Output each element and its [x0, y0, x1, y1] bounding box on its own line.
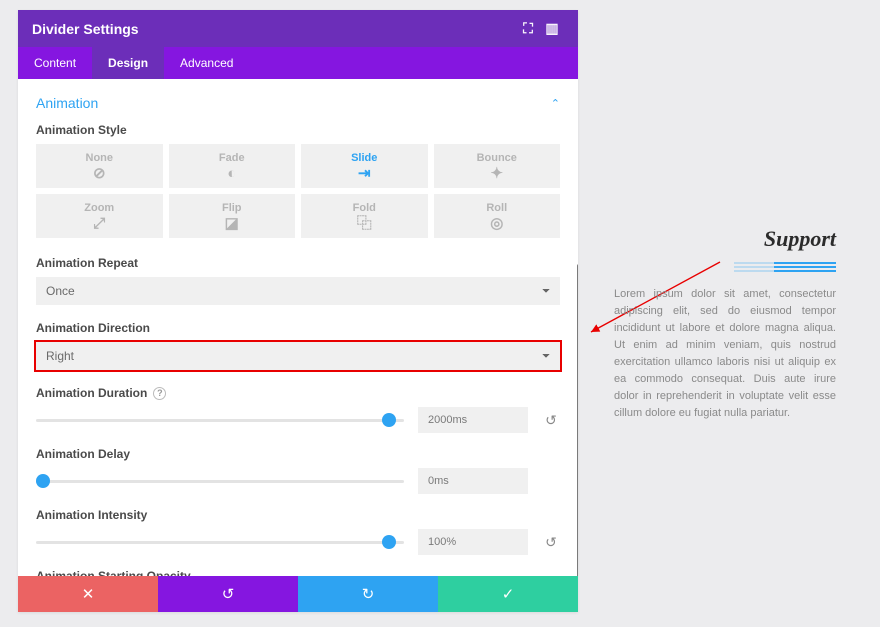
slider-thumb[interactable]: [382, 413, 396, 427]
close-button[interactable]: ✕: [18, 576, 158, 612]
style-slide[interactable]: Slide⇥: [301, 144, 428, 188]
animation-delay-label: Animation Delay: [36, 447, 560, 461]
tab-content[interactable]: Content: [18, 47, 92, 79]
intensity-row: ↺: [36, 529, 560, 555]
animation-opacity-label: Animation Starting Opacity: [36, 569, 560, 576]
style-fade[interactable]: Fade◐: [169, 144, 296, 188]
tab-design[interactable]: Design: [92, 47, 164, 79]
style-grid: None⊘ Fade◐ Slide⇥ Bounce✦ Zoom⤢ Flip◪ F…: [36, 144, 560, 238]
undo-button[interactable]: ↺: [158, 576, 298, 612]
zoom-icon: ⤢: [36, 216, 163, 232]
style-fold[interactable]: Fold⿻: [301, 194, 428, 238]
settings-panel: Divider Settings ⛶ ▥ Content Design Adva…: [18, 10, 578, 612]
duration-value[interactable]: [418, 407, 528, 433]
style-roll[interactable]: Roll◎: [434, 194, 561, 238]
slide-icon: ⇥: [301, 166, 428, 182]
layout-icon[interactable]: ▥: [540, 20, 564, 37]
preview-block: Support Lorem ipsum dolor sit amet, cons…: [614, 226, 836, 422]
intensity-value[interactable]: [418, 529, 528, 555]
slider-thumb[interactable]: [382, 535, 396, 549]
redo-button[interactable]: ↻: [298, 576, 438, 612]
duration-row: ↺: [36, 407, 560, 433]
reset-icon[interactable]: ↺: [542, 534, 560, 551]
save-button[interactable]: ✓: [438, 576, 578, 612]
section-header[interactable]: Animation ⌃: [36, 95, 560, 111]
panel-header: Divider Settings ⛶ ▥: [18, 10, 578, 47]
animation-repeat-label: Animation Repeat: [36, 256, 560, 270]
tab-advanced[interactable]: Advanced: [164, 47, 249, 79]
panel-title: Divider Settings: [32, 21, 516, 37]
style-flip[interactable]: Flip◪: [169, 194, 296, 238]
flip-icon: ◪: [169, 216, 296, 232]
tabs: Content Design Advanced: [18, 47, 578, 79]
style-zoom[interactable]: Zoom⤢: [36, 194, 163, 238]
style-none[interactable]: None⊘: [36, 144, 163, 188]
animation-direction-label: Animation Direction: [36, 321, 560, 335]
fold-icon: ⿻: [301, 216, 428, 232]
animation-direction-select[interactable]: Right: [36, 342, 560, 370]
animation-repeat-select[interactable]: Once: [36, 277, 560, 305]
animation-duration-label: Animation Duration ?: [36, 386, 560, 400]
none-icon: ⊘: [36, 166, 163, 182]
style-bounce[interactable]: Bounce✦: [434, 144, 561, 188]
delay-value[interactable]: [418, 468, 528, 494]
intensity-slider[interactable]: [36, 541, 404, 544]
preview-text: Lorem ipsum dolor sit amet, consectetur …: [614, 286, 836, 422]
slider-thumb[interactable]: [36, 474, 50, 488]
delay-row: [36, 468, 560, 494]
fade-icon: ◐: [169, 166, 296, 182]
animation-style-label: Animation Style: [36, 123, 560, 137]
roll-icon: ◎: [434, 216, 561, 232]
section-title: Animation: [36, 95, 98, 111]
expand-icon[interactable]: ⛶: [516, 20, 540, 37]
chevron-up-icon: ⌃: [551, 97, 560, 110]
reset-icon[interactable]: ↺: [542, 412, 560, 429]
scrollbar[interactable]: [577, 264, 578, 576]
bounce-icon: ✦: [434, 166, 561, 182]
duration-slider[interactable]: [36, 419, 404, 422]
panel-body: Animation ⌃ Animation Style None⊘ Fade◐ …: [18, 79, 578, 576]
panel-footer: ✕ ↺ ↻ ✓: [18, 576, 578, 612]
delay-slider[interactable]: [36, 480, 404, 483]
preview-divider: [774, 260, 836, 272]
help-icon[interactable]: ?: [153, 387, 166, 400]
preview-title: Support: [614, 226, 836, 252]
animation-intensity-label: Animation Intensity: [36, 508, 560, 522]
